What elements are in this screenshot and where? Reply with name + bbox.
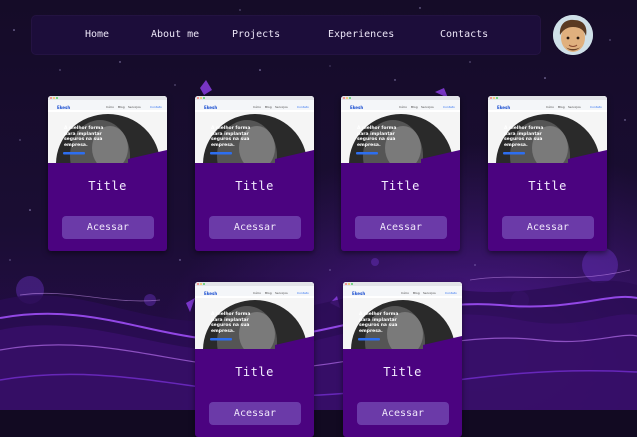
- preview-headline: A melhor forma para implantar seguros na…: [64, 126, 104, 148]
- preview-headline: A melhor forma para implantar seguros na…: [357, 126, 397, 148]
- preview-link: Serviços: [568, 105, 581, 109]
- preview-link: Início: [106, 105, 114, 109]
- preview-logo: Ekesh: [204, 105, 218, 110]
- project-card: Ekesh Início Blog Serviços Contato A mel…: [343, 282, 462, 437]
- preview-link: Início: [401, 291, 409, 295]
- preview-link: Serviços: [275, 291, 288, 295]
- nav-projects-link[interactable]: Projects: [232, 16, 280, 54]
- preview-link: Blog: [265, 105, 272, 109]
- preview-headline: A melhor forma para implantar seguros na…: [504, 126, 544, 148]
- project-card: Ekesh Início Blog Serviços Contato A mel…: [48, 96, 167, 251]
- access-button[interactable]: Acessar: [209, 402, 301, 425]
- preview-link: Contato: [590, 105, 602, 109]
- preview-link: Contato: [443, 105, 455, 109]
- access-button[interactable]: Acessar: [502, 216, 594, 239]
- nav-contacts-link[interactable]: Contacts: [440, 16, 488, 54]
- preview-headline: A melhor forma para implantar seguros na…: [211, 126, 251, 148]
- preview-link: Blog: [265, 291, 272, 295]
- preview-link: Blog: [411, 105, 418, 109]
- card-title: Title: [235, 179, 274, 193]
- preview-link: Contato: [297, 291, 309, 295]
- nav-home-link[interactable]: Home: [85, 16, 109, 54]
- avatar-illustration: [553, 15, 593, 55]
- nav-about-link[interactable]: About me: [151, 16, 199, 54]
- access-button[interactable]: Acessar: [355, 216, 447, 239]
- avatar[interactable]: [553, 15, 593, 55]
- access-button[interactable]: Acessar: [62, 216, 154, 239]
- preview-link: Blog: [118, 105, 125, 109]
- preview-link: Início: [253, 291, 261, 295]
- project-thumbnail: Ekesh Início Blog Serviços Contato A mel…: [48, 96, 167, 163]
- preview-link: Início: [253, 105, 261, 109]
- card-title: Title: [383, 365, 422, 379]
- preview-logo: Ekesh: [497, 105, 511, 110]
- preview-link: Início: [546, 105, 554, 109]
- project-card: Ekesh Início Blog Serviços Contato A mel…: [195, 282, 314, 437]
- preview-logo: Ekesh: [350, 105, 364, 110]
- card-title: Title: [381, 179, 420, 193]
- top-nav: Home About me Projects Experiences Conta…: [32, 16, 540, 54]
- preview-link: Serviços: [128, 105, 141, 109]
- preview-logo: Ekesh: [204, 291, 218, 296]
- project-card: Ekesh Início Blog Serviços Contato A mel…: [488, 96, 607, 251]
- preview-link: Blog: [558, 105, 565, 109]
- preview-link: Contato: [297, 105, 309, 109]
- preview-link: Início: [399, 105, 407, 109]
- preview-logo: Ekesh: [57, 105, 71, 110]
- preview-link: Serviços: [275, 105, 288, 109]
- preview-logo: Ekesh: [352, 291, 366, 296]
- preview-headline: A melhor forma para implantar seguros na…: [359, 312, 399, 334]
- project-thumbnail: Ekesh Início Blog Serviços Contato A mel…: [341, 96, 460, 163]
- access-button[interactable]: Acessar: [357, 402, 449, 425]
- access-button[interactable]: Acessar: [209, 216, 301, 239]
- preview-link: Serviços: [423, 291, 436, 295]
- project-thumbnail: Ekesh Início Blog Serviços Contato A mel…: [488, 96, 607, 163]
- project-card: Ekesh Início Blog Serviços Contato A mel…: [341, 96, 460, 251]
- card-title: Title: [235, 365, 274, 379]
- project-thumbnail: Ekesh Início Blog Serviços Contato A mel…: [195, 96, 314, 163]
- preview-headline: A melhor forma para implantar seguros na…: [211, 312, 251, 334]
- preview-link: Contato: [445, 291, 457, 295]
- project-thumbnail: Ekesh Início Blog Serviços Contato A mel…: [195, 282, 314, 349]
- project-thumbnail: Ekesh Início Blog Serviços Contato A mel…: [343, 282, 462, 349]
- preview-link: Serviços: [421, 105, 434, 109]
- preview-link: Contato: [150, 105, 162, 109]
- card-title: Title: [528, 179, 567, 193]
- nav-experiences-link[interactable]: Experiences: [328, 16, 394, 54]
- preview-link: Blog: [413, 291, 420, 295]
- project-card: Ekesh Início Blog Serviços Contato A mel…: [195, 96, 314, 251]
- card-title: Title: [88, 179, 127, 193]
